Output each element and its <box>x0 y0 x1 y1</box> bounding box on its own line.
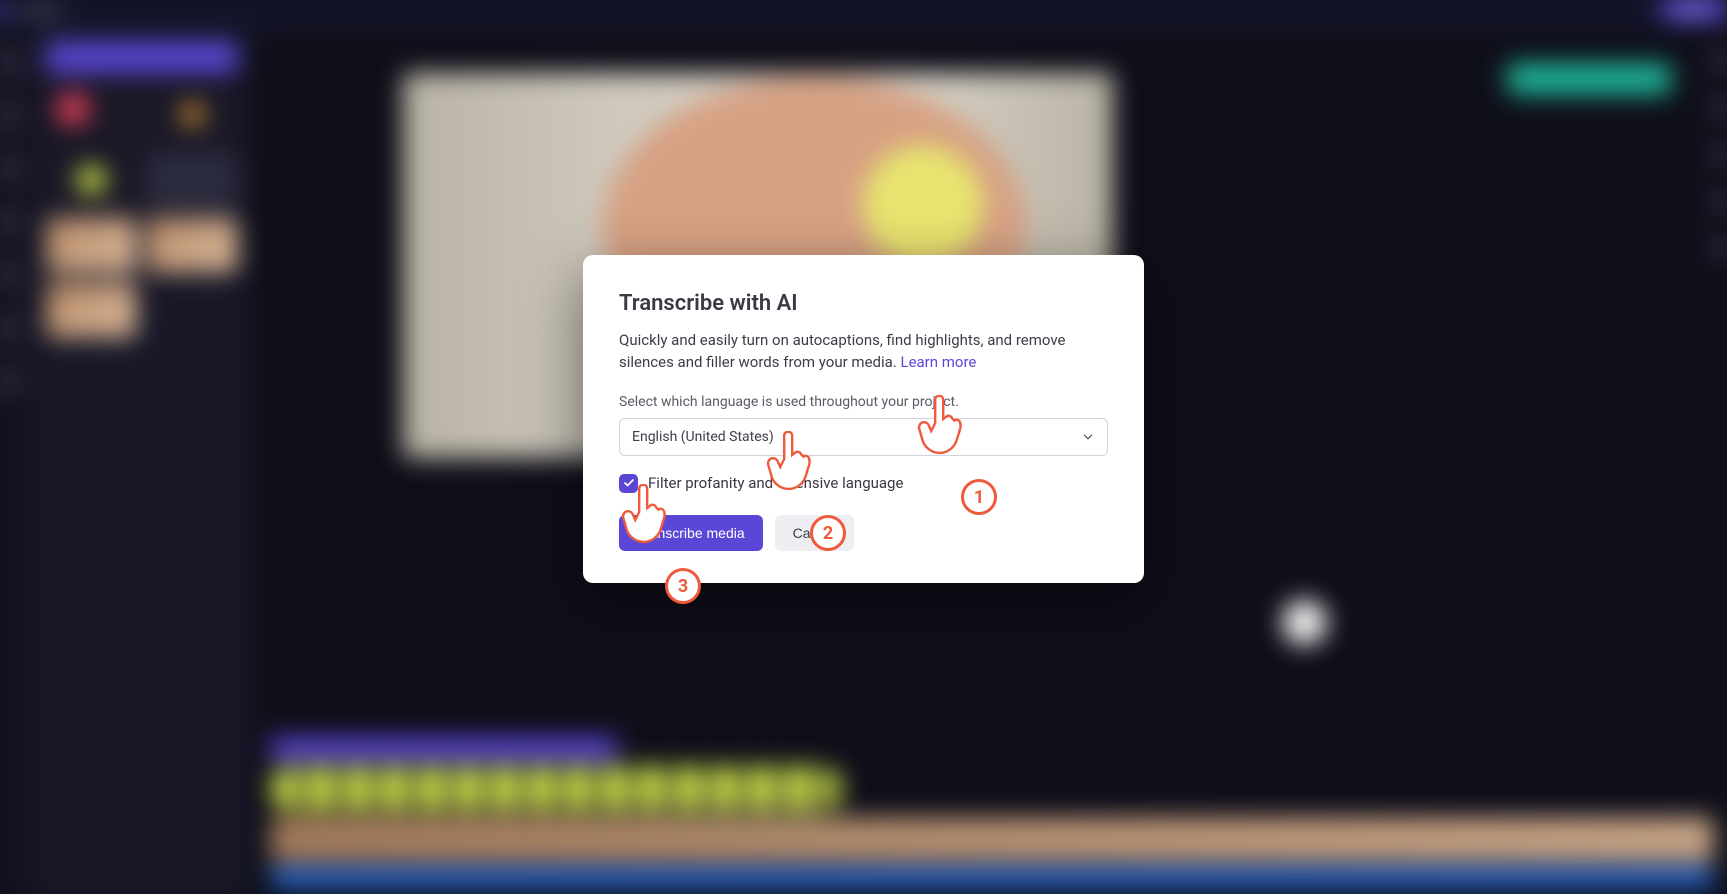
cancel-button[interactable]: Cancel <box>775 515 855 551</box>
filter-profanity-checkbox[interactable] <box>619 474 638 493</box>
learn-more-link[interactable]: Learn more <box>900 353 976 371</box>
modal-description-text: Quickly and easily turn on autocaptions,… <box>619 331 1065 371</box>
modal-title: Transcribe with AI <box>619 291 1108 316</box>
modal-description: Quickly and easily turn on autocaptions,… <box>619 330 1108 374</box>
transcribe-media-button[interactable]: Transcribe media <box>619 515 763 551</box>
language-selected-value: English (United States) <box>632 429 774 445</box>
language-instruction: Select which language is used throughout… <box>619 394 1108 410</box>
language-select[interactable]: English (United States) <box>619 418 1108 456</box>
transcribe-modal: Transcribe with AI Quickly and easily tu… <box>583 255 1144 583</box>
modal-overlay: Transcribe with AI Quickly and easily tu… <box>0 0 1727 894</box>
check-icon <box>623 477 635 489</box>
filter-profanity-label: Filter profanity and offensive language <box>648 474 903 492</box>
chevron-down-icon <box>1081 430 1095 444</box>
